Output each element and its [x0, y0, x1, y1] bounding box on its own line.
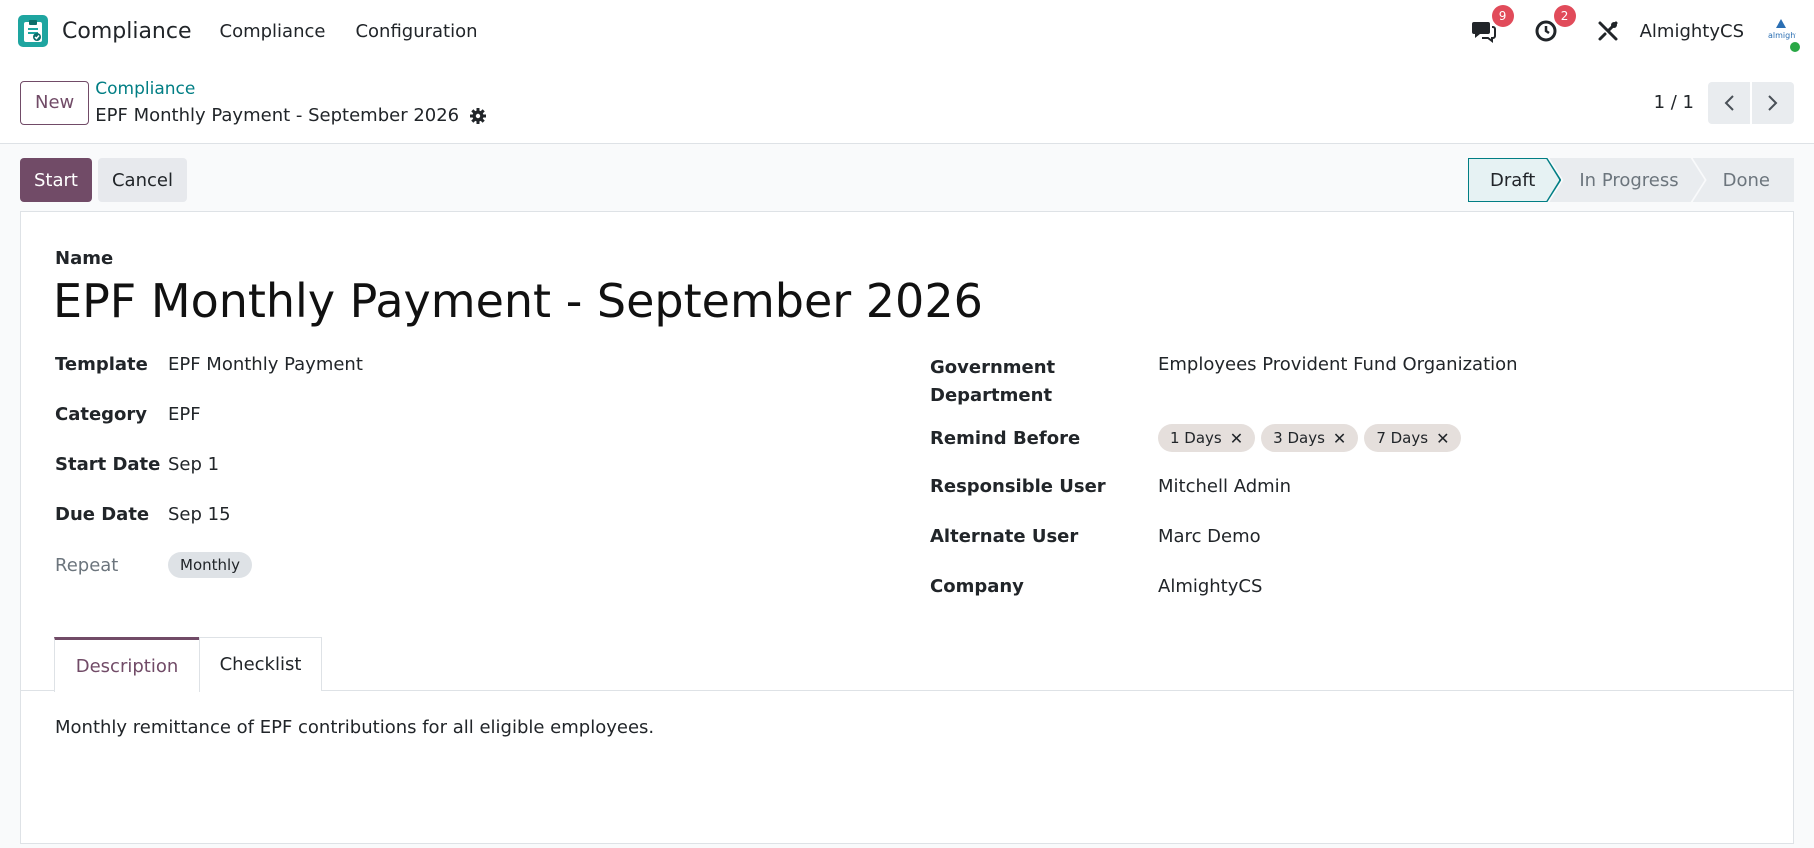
repeat-label: Repeat — [55, 554, 119, 576]
remind-before-label: Remind Before — [930, 427, 1081, 449]
pager: 1 / 1 — [1654, 81, 1794, 124]
name-label: Name — [55, 248, 114, 269]
remind-tag-7-days: 7 Days ✕ — [1364, 424, 1462, 452]
start-button[interactable]: Start — [20, 158, 92, 202]
category-value[interactable]: EPF — [168, 404, 201, 425]
alternate-user-label: Alternate User — [930, 526, 1079, 547]
alternate-user-value[interactable]: Marc Demo — [1158, 526, 1261, 547]
cancel-button[interactable]: Cancel — [97, 158, 187, 202]
user-avatar[interactable]: almight — [1766, 16, 1802, 54]
start-date-value[interactable]: Sep 1 — [168, 454, 219, 475]
messages-button[interactable]: 9 — [1470, 5, 1514, 45]
remind-tag-3-days: 3 Days ✕ — [1261, 424, 1359, 452]
government-department-value[interactable]: Employees Provident Fund Organization — [1158, 354, 1518, 410]
template-field: Template EPF Monthly Payment — [55, 354, 363, 375]
category-label: Category — [55, 404, 148, 425]
pager-next-button[interactable] — [1752, 81, 1794, 124]
description-text[interactable]: Monthly remittance of EPF contributions … — [55, 717, 654, 738]
repeat-badge: Monthly — [168, 552, 253, 578]
company-field: Company AlmightyCS — [930, 576, 1262, 597]
company-label: Company — [930, 576, 1024, 597]
breadcrumb-parent-link[interactable]: Compliance — [95, 79, 487, 99]
template-label: Template — [55, 354, 148, 375]
stage-draft[interactable]: Draft — [1468, 158, 1561, 202]
due-date-value[interactable]: Sep 15 — [168, 504, 231, 525]
pager-previous-button[interactable] — [1708, 81, 1750, 124]
start-date-field: Start Date Sep 1 — [55, 454, 219, 475]
remove-tag-icon[interactable]: ✕ — [1230, 429, 1243, 448]
menu-configuration[interactable]: Configuration — [355, 21, 477, 42]
chat-icon — [1471, 22, 1496, 43]
stage-done[interactable]: Done — [1692, 158, 1794, 202]
chevron-right-icon — [1768, 94, 1778, 111]
start-date-label: Start Date — [55, 454, 161, 475]
responsible-user-label: Responsible User — [930, 476, 1106, 497]
stage-in-progress[interactable]: In Progress — [1549, 158, 1704, 202]
messages-count-badge: 9 — [1491, 5, 1514, 27]
remove-tag-icon[interactable]: ✕ — [1436, 429, 1449, 448]
category-field: Category EPF — [55, 404, 201, 425]
company-switcher[interactable]: AlmightyCS — [1640, 21, 1744, 42]
notebook-tabs: Description Checklist — [21, 637, 1793, 692]
due-date-label: Due Date — [55, 504, 150, 525]
new-button[interactable]: New — [20, 80, 90, 125]
menu-compliance[interactable]: Compliance — [220, 21, 326, 42]
app-name[interactable]: Compliance — [62, 19, 192, 44]
activities-button[interactable]: 2 — [1532, 5, 1576, 45]
template-value[interactable]: EPF Monthly Payment — [168, 354, 363, 375]
tools-icon — [1598, 21, 1618, 41]
alternate-user-field: Alternate User Marc Demo — [930, 526, 1261, 547]
form-statusbar: Start Cancel Draft In Progress Done — [0, 144, 1814, 216]
chevron-left-icon — [1724, 94, 1734, 111]
due-date-field: Due Date Sep 15 — [55, 504, 231, 525]
breadcrumb-current: EPF Monthly Payment - September 2026 — [95, 105, 460, 126]
gear-icon[interactable] — [469, 107, 487, 125]
remove-tag-icon[interactable]: ✕ — [1333, 429, 1346, 448]
svg-text:almight: almight — [1768, 31, 1796, 40]
breadcrumb: Compliance EPF Monthly Payment - Septemb… — [95, 79, 487, 126]
activities-count-badge: 2 — [1553, 5, 1576, 27]
debug-tools-button[interactable] — [1594, 17, 1622, 45]
repeat-field: Repeat Monthly — [55, 552, 253, 578]
remind-tag-1-days: 1 Days ✕ — [1158, 424, 1256, 452]
record-title[interactable]: EPF Monthly Payment - September 2026 — [53, 274, 983, 328]
government-department-field: Government Department Employees Providen… — [930, 354, 1518, 410]
company-value[interactable]: AlmightyCS — [1158, 576, 1262, 597]
control-panel: New Compliance EPF Monthly Payment - Sep… — [0, 62, 1814, 144]
form-sheet: Name EPF Monthly Payment - September 202… — [20, 211, 1794, 844]
compliance-app-icon[interactable] — [18, 15, 48, 47]
tab-description[interactable]: Description — [54, 637, 200, 692]
top-navbar: Compliance Compliance Configuration 9 2 — [0, 0, 1814, 62]
remind-before-field: Remind Before 1 Days ✕ 3 Days ✕ 7 Days ✕ — [930, 424, 1467, 452]
responsible-user-value[interactable]: Mitchell Admin — [1158, 476, 1291, 497]
pager-value[interactable]: 1 / 1 — [1654, 92, 1694, 113]
tab-checklist[interactable]: Checklist — [199, 637, 322, 691]
stage-pipeline: Draft In Progress Done — [1468, 158, 1794, 202]
government-department-label: Government Department — [930, 357, 1056, 406]
clock-icon — [1535, 20, 1557, 42]
online-status-dot — [1788, 40, 1802, 54]
responsible-user-field: Responsible User Mitchell Admin — [930, 476, 1291, 497]
